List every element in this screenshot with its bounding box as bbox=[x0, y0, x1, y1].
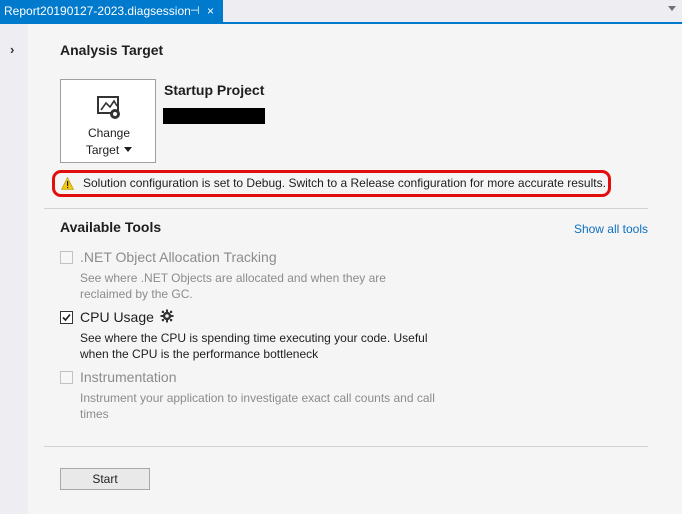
diagnostic-session-panel: Analysis Target Change Target Startup Pr… bbox=[28, 24, 682, 514]
available-tools-heading: Available Tools bbox=[60, 219, 162, 235]
tool-description: Instrument your application to investiga… bbox=[80, 391, 435, 421]
section-divider-bottom bbox=[44, 446, 648, 447]
chevron-down-icon bbox=[124, 147, 133, 152]
close-icon[interactable]: × bbox=[207, 0, 214, 22]
analysis-target-heading: Analysis Target bbox=[60, 42, 164, 58]
section-divider-top bbox=[44, 208, 648, 209]
startup-project-label: Startup Project bbox=[164, 82, 265, 98]
document-tab-title: Report20190127-2023.diagsession bbox=[4, 4, 191, 18]
tab-overflow-dropdown-icon[interactable] bbox=[668, 6, 676, 11]
change-target-label-line1: Change bbox=[87, 126, 131, 140]
document-tab[interactable]: Report20190127-2023.diagsession ⊣ × bbox=[0, 0, 223, 22]
cpu-usage-checkbox[interactable] bbox=[60, 311, 73, 324]
tool-description: See where .NET Objects are allocated and… bbox=[80, 271, 386, 301]
net-object-allocation-checkbox[interactable] bbox=[60, 251, 73, 264]
change-target-label-line2: Target bbox=[85, 143, 120, 157]
collapsed-sidebar: › bbox=[0, 24, 28, 514]
change-target-label: Change Target bbox=[61, 125, 157, 159]
change-target-button[interactable]: Change Target bbox=[60, 79, 156, 163]
tool-name: .NET Object Allocation Tracking bbox=[80, 249, 277, 265]
change-target-icon bbox=[97, 96, 120, 119]
instrumentation-checkbox[interactable] bbox=[60, 371, 73, 384]
pin-icon[interactable]: ⊣ bbox=[190, 0, 200, 22]
checkmark-icon bbox=[62, 313, 71, 322]
configuration-warning-text: Solution configuration is set to Debug. … bbox=[83, 176, 606, 190]
redacted-project-name bbox=[163, 108, 265, 124]
gear-icon[interactable] bbox=[160, 309, 174, 323]
document-tab-bar: Report20190127-2023.diagsession ⊣ × bbox=[0, 0, 682, 24]
tool-name: Instrumentation bbox=[80, 369, 177, 385]
configuration-warning: Solution configuration is set to Debug. … bbox=[52, 170, 611, 197]
tool-name: CPU Usage bbox=[80, 309, 154, 325]
tool-name-row: CPU Usage bbox=[80, 309, 174, 325]
start-button[interactable]: Start bbox=[60, 468, 150, 490]
tool-description: See where the CPU is spending time execu… bbox=[80, 331, 428, 361]
warning-icon bbox=[61, 177, 74, 190]
show-all-tools-link[interactable]: Show all tools bbox=[574, 222, 648, 236]
chevron-right-icon[interactable]: › bbox=[10, 42, 14, 57]
change-target-label-line2-wrapper: Target bbox=[61, 142, 157, 159]
